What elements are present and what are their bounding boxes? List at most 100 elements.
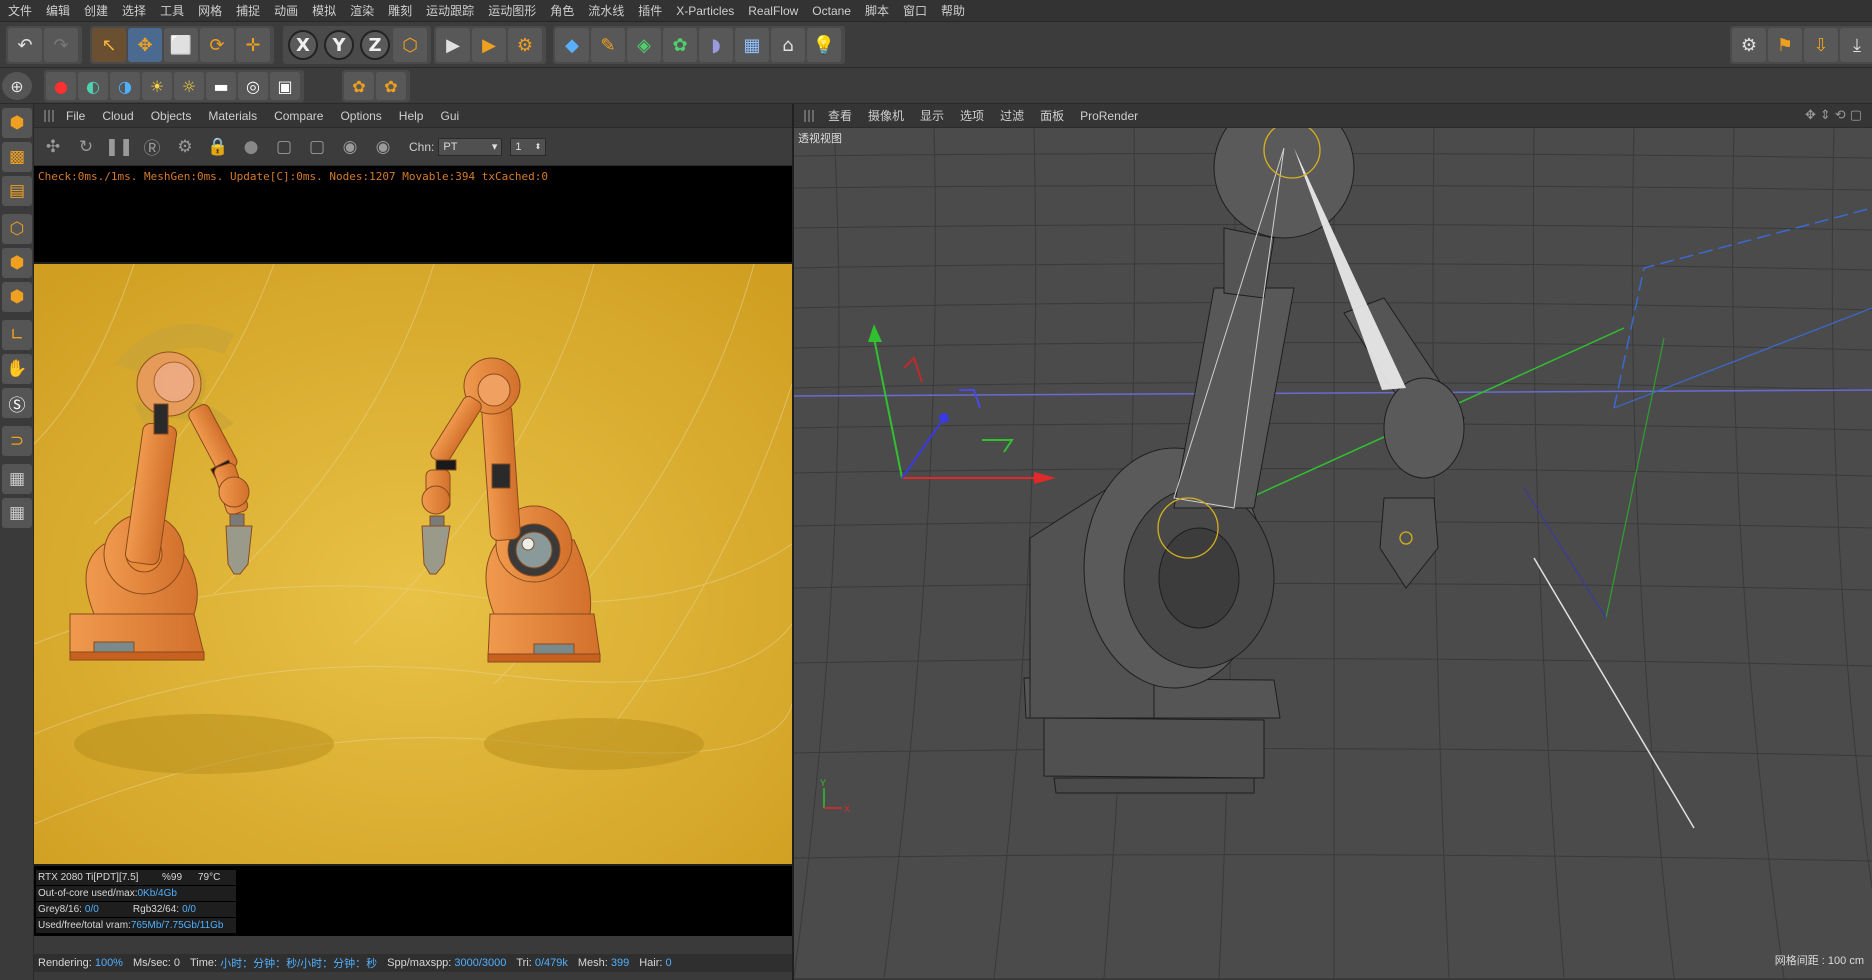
octane-tag2-icon[interactable]: ✿ — [376, 72, 406, 100]
maximize-icon[interactable]: ▢ — [1850, 108, 1862, 123]
workplane-mode-icon[interactable]: ▤ — [2, 176, 32, 206]
panel-grip-icon[interactable] — [804, 109, 814, 122]
lock-icon[interactable]: 🔒 — [205, 134, 231, 160]
settings-gear-icon[interactable]: ⚙ — [172, 134, 198, 160]
menu-item[interactable]: 雕刻 — [388, 2, 412, 19]
octane-menu-compare[interactable]: Compare — [274, 109, 323, 123]
octane-menu-file[interactable]: File — [66, 109, 85, 123]
tweak-mode-icon[interactable]: ✋ — [2, 354, 32, 384]
menu-item[interactable]: 编辑 — [46, 2, 70, 19]
magnet-icon[interactable]: ⊃ — [2, 426, 32, 456]
menu-item[interactable]: 脚本 — [865, 2, 889, 19]
viewport-menu-panel[interactable]: 面板 — [1040, 107, 1064, 124]
octane-menu-objects[interactable]: Objects — [151, 109, 192, 123]
menu-item[interactable]: 运动图形 — [488, 2, 536, 19]
orbit-icon[interactable]: ⟲ — [1835, 108, 1846, 123]
octane-menu-gui[interactable]: Gui — [440, 109, 459, 123]
subdivision-icon[interactable]: ◈ — [627, 28, 661, 62]
viewport-menu-display[interactable]: 显示 — [920, 107, 944, 124]
menu-item[interactable]: 角色 — [550, 2, 574, 19]
pen-icon[interactable]: ✎ — [591, 28, 625, 62]
menu-item[interactable]: 创建 — [84, 2, 108, 19]
menu-item[interactable]: 选择 — [122, 2, 146, 19]
x-axis-lock-button[interactable]: X — [288, 30, 318, 60]
axis-mode-icon[interactable]: ∟ — [2, 320, 32, 350]
model-mode-icon[interactable]: ⬢ — [2, 108, 32, 138]
edges-mode-icon[interactable]: ⬢ — [2, 248, 32, 278]
film-region-icon[interactable]: ▢ — [304, 134, 330, 160]
octane-menu-materials[interactable]: Materials — [208, 109, 257, 123]
menu-item[interactable]: 网格 — [198, 2, 222, 19]
octane-menu-options[interactable]: Options — [340, 109, 381, 123]
menu-item[interactable]: RealFlow — [748, 4, 798, 18]
light-icon[interactable]: 💡 — [807, 28, 841, 62]
globe-icon[interactable]: ⊕ — [2, 72, 32, 100]
menu-item[interactable]: 流水线 — [588, 2, 624, 19]
right-tool-2-icon[interactable]: ⚑ — [1768, 28, 1802, 62]
viewport-menu-filter[interactable]: 过滤 — [1000, 107, 1024, 124]
y-axis-lock-button[interactable]: Y — [324, 30, 354, 60]
scale-tool-button[interactable]: ⬜ — [164, 28, 198, 62]
menu-item[interactable]: 插件 — [638, 2, 662, 19]
redo-button[interactable]: ↷ — [44, 28, 78, 62]
viewport-menu-options[interactable]: 选项 — [960, 107, 984, 124]
floor-icon[interactable]: ▦ — [735, 28, 769, 62]
workplane-snap-icon[interactable]: ▦ — [2, 498, 32, 528]
menu-item[interactable]: 捕捉 — [236, 2, 260, 19]
panel-grip-icon[interactable] — [44, 109, 54, 122]
menu-item[interactable]: 文件 — [8, 2, 32, 19]
octane-render-icon[interactable]: ● — [46, 72, 76, 100]
camera-icon[interactable]: ⌂ — [771, 28, 805, 62]
octane-menu-help[interactable]: Help — [399, 109, 424, 123]
send-scene-icon[interactable]: ✣ — [40, 134, 66, 160]
right-tool-3-icon[interactable]: ⇩ — [1804, 28, 1838, 62]
octane-spot-light-icon[interactable]: ◎ — [238, 72, 268, 100]
menu-item[interactable]: 运动跟踪 — [426, 2, 474, 19]
zoom-icon[interactable]: ⇕ — [1820, 108, 1831, 123]
viewport-menu-view[interactable]: 查看 — [828, 107, 852, 124]
clay-mode-icon[interactable]: ● — [238, 134, 264, 160]
pause-render-icon[interactable]: ❚❚ — [105, 134, 134, 160]
undo-button[interactable]: ↶ — [8, 28, 42, 62]
right-tool-1-icon[interactable]: ⚙ — [1732, 28, 1766, 62]
transform-tool-button[interactable]: ✛ — [236, 28, 270, 62]
select-tool-button[interactable]: ↖ — [92, 28, 126, 62]
cloner-icon[interactable]: ✿ — [663, 28, 697, 62]
menu-item[interactable]: 工具 — [160, 2, 184, 19]
octane-area-light-icon[interactable]: ▬ — [206, 72, 236, 100]
render-settings-button[interactable]: ⚙ — [508, 28, 542, 62]
viewport-menu-camera[interactable]: 摄像机 — [868, 107, 904, 124]
menu-item[interactable]: 窗口 — [903, 2, 927, 19]
z-axis-lock-button[interactable]: Z — [360, 30, 390, 60]
move-tool-button[interactable]: ✥ — [128, 28, 162, 62]
points-mode-icon[interactable]: ⬡ — [2, 214, 32, 244]
menu-item[interactable]: Octane — [812, 4, 851, 18]
channel-select[interactable]: PT ▾ — [438, 137, 503, 156]
deformer-icon[interactable]: ◗ — [699, 28, 733, 62]
menu-item[interactable]: 帮助 — [941, 2, 965, 19]
octane-tag-icon[interactable]: ✿ — [344, 72, 374, 100]
octane-hdri-icon[interactable]: ◑ — [110, 72, 140, 100]
menu-item[interactable]: 模拟 — [312, 2, 336, 19]
octane-env-icon[interactable]: ◐ — [78, 72, 108, 100]
perspective-viewport[interactable]: Y X 透视视图 网格间距 : 100 cm — [794, 128, 1872, 978]
channel-index-stepper[interactable]: 1 ⬍ — [510, 137, 547, 156]
octane-menu-cloud[interactable]: Cloud — [102, 109, 133, 123]
region-render-icon[interactable]: Ⓡ — [139, 134, 165, 160]
cube-icon[interactable]: ◆ — [555, 28, 589, 62]
menu-item[interactable]: 动画 — [274, 2, 298, 19]
octane-daylight-icon[interactable]: ☀ — [142, 72, 172, 100]
render-picture-viewer-button[interactable]: ▶ — [472, 28, 506, 62]
rotate-tool-button[interactable]: ⟳ — [200, 28, 234, 62]
menu-item[interactable]: X-Particles — [676, 4, 734, 18]
octane-render-view[interactable] — [34, 262, 792, 866]
region-icon[interactable]: ▢ — [271, 134, 297, 160]
viewport-menu-prorender[interactable]: ProRender — [1080, 109, 1138, 123]
solo-mode-icon[interactable]: Ⓢ — [2, 388, 32, 418]
pan-icon[interactable]: ✥ — [1805, 108, 1816, 123]
right-tool-4-icon[interactable]: ⤓ — [1840, 28, 1872, 62]
pick-material-icon[interactable]: ◉ — [370, 134, 396, 160]
workplane-lock-icon[interactable]: ▦ — [2, 464, 32, 494]
polygons-mode-icon[interactable]: ⬢ — [2, 282, 32, 312]
coordinate-system-button[interactable]: ⬡ — [393, 28, 427, 62]
